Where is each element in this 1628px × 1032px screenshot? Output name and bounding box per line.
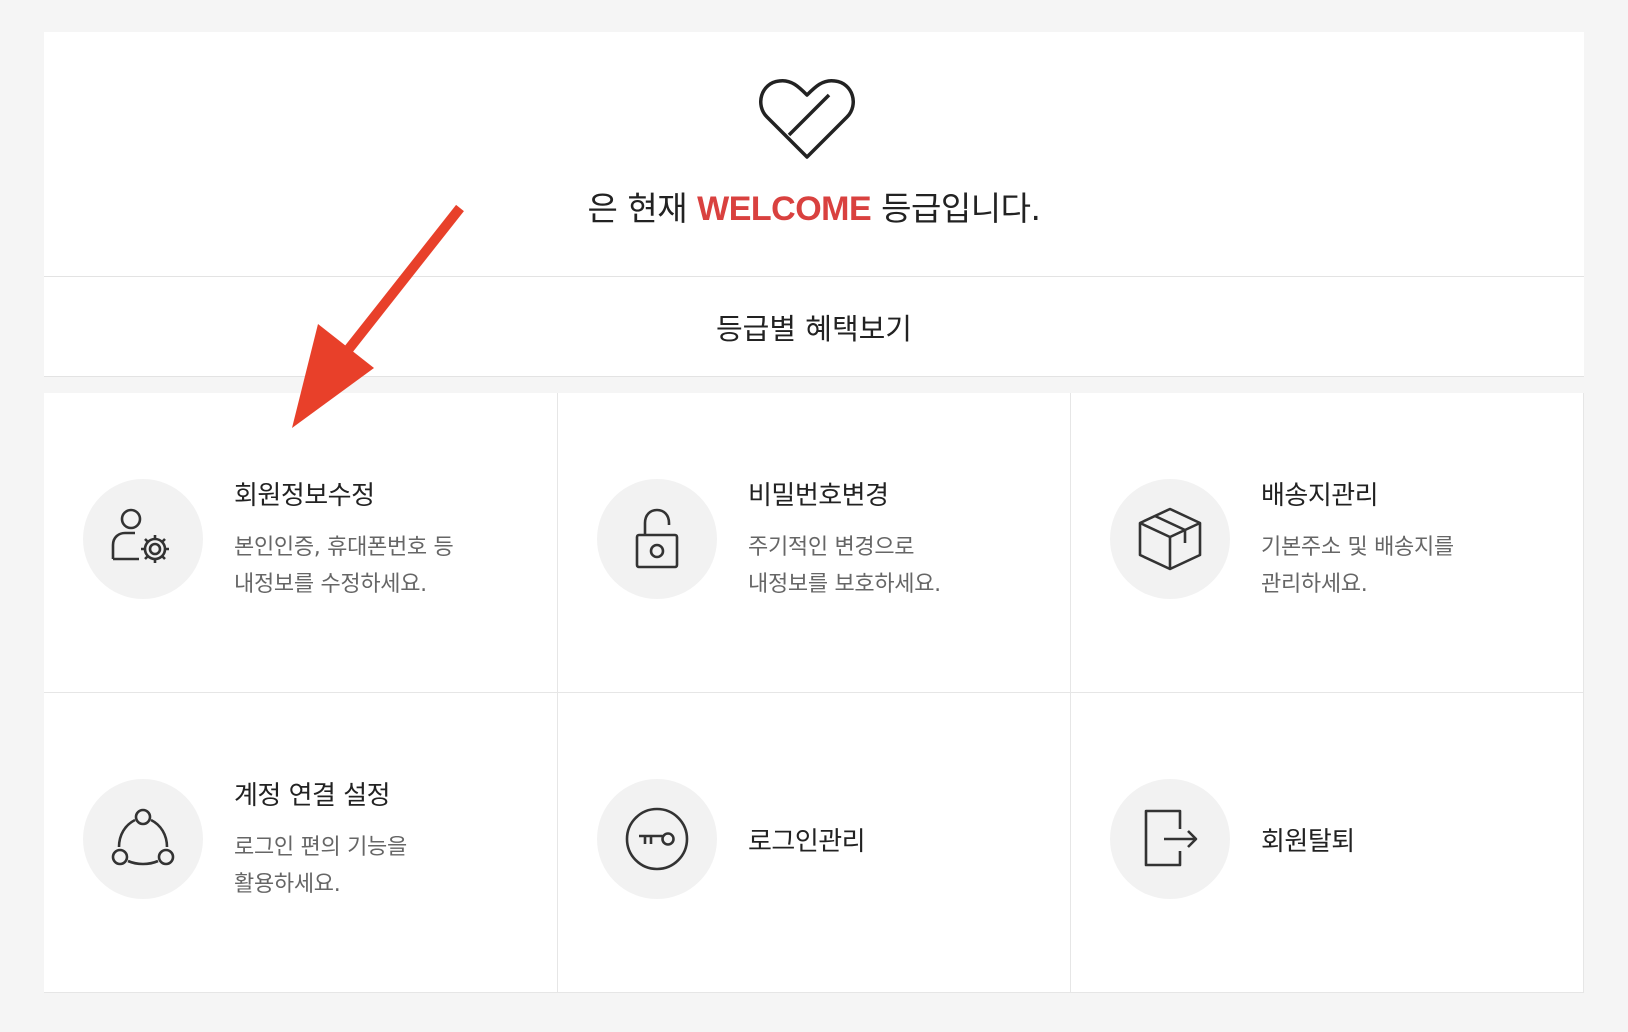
menu-desc: 기본주소 및 배송지를 관리하세요. — [1261, 529, 1454, 603]
menu-withdraw-membership[interactable]: 회원탈퇴 — [1071, 693, 1584, 993]
menu-title: 배송지관리 — [1261, 481, 1379, 511]
menu-title: 로그인관리 — [748, 827, 866, 857]
menu-icon-circle — [597, 479, 717, 599]
account-menu-grid: 회원정보수정 본인인증, 휴대폰번호 등 내정보를 수정하세요. 비밀번호변경 … — [44, 393, 1584, 993]
menu-desc-line: 활용하세요. — [234, 872, 341, 897]
account-link-icon — [111, 808, 175, 866]
mypage-container: 은 현재 WELCOME 등급입니다. 등급별 혜택보기 회원정보수정 본인인증… — [44, 32, 1584, 993]
menu-icon-circle — [1110, 479, 1230, 599]
grade-prefix: 은 현재 — [587, 189, 688, 228]
grade-message: 은 현재 WELCOME 등급입니다. — [44, 182, 1584, 230]
menu-shipping-address[interactable]: 배송지관리 기본주소 및 배송지를 관리하세요. — [1071, 393, 1584, 693]
menu-desc-line: 관리하세요. — [1261, 572, 1368, 597]
menu-desc: 로그인 편의 기능을 활용하세요. — [234, 829, 407, 903]
menu-desc-line: 내정보를 보호하세요. — [748, 572, 941, 597]
menu-desc-line: 본인인증, 휴대폰번호 등 — [234, 535, 454, 560]
grade-panel: 은 현재 WELCOME 등급입니다. — [44, 32, 1584, 277]
menu-desc-line: 내정보를 수정하세요. — [234, 572, 427, 597]
menu-title: 회원탈퇴 — [1261, 827, 1355, 857]
menu-account-link[interactable]: 계정 연결 설정 로그인 편의 기능을 활용하세요. — [44, 693, 558, 993]
menu-login-management[interactable]: 로그인관리 — [558, 693, 1071, 993]
menu-desc: 본인인증, 휴대폰번호 등 내정보를 수정하세요. — [234, 529, 454, 603]
menu-title: 비밀번호변경 — [748, 481, 889, 511]
grade-suffix: 등급입니다. — [881, 189, 1041, 228]
menu-change-password[interactable]: 비밀번호변경 주기적인 변경으로 내정보를 보호하세요. — [558, 393, 1071, 693]
user-settings-icon — [111, 508, 169, 563]
menu-desc-line: 주기적인 변경으로 — [748, 535, 915, 560]
menu-icon-circle — [83, 479, 203, 599]
menu-desc-line: 기본주소 및 배송지를 — [1261, 535, 1454, 560]
menu-desc-line: 로그인 편의 기능을 — [234, 835, 407, 860]
menu-edit-profile[interactable]: 회원정보수정 본인인증, 휴대폰번호 등 내정보를 수정하세요. — [44, 393, 558, 693]
menu-title: 계정 연결 설정 — [234, 781, 391, 811]
menu-title: 회원정보수정 — [234, 481, 375, 511]
package-box-icon — [1138, 507, 1202, 571]
grade-level: WELCOME — [697, 190, 872, 228]
menu-icon-circle — [83, 779, 203, 899]
menu-icon-circle — [597, 779, 717, 899]
menu-desc: 주기적인 변경으로 내정보를 보호하세요. — [748, 529, 941, 603]
padlock-icon — [635, 508, 679, 569]
exit-icon — [1144, 809, 1198, 867]
heart-icon — [759, 78, 855, 159]
key-icon — [625, 807, 689, 871]
menu-icon-circle — [1110, 779, 1230, 899]
grade-benefits-link[interactable]: 등급별 혜택보기 — [44, 277, 1584, 377]
